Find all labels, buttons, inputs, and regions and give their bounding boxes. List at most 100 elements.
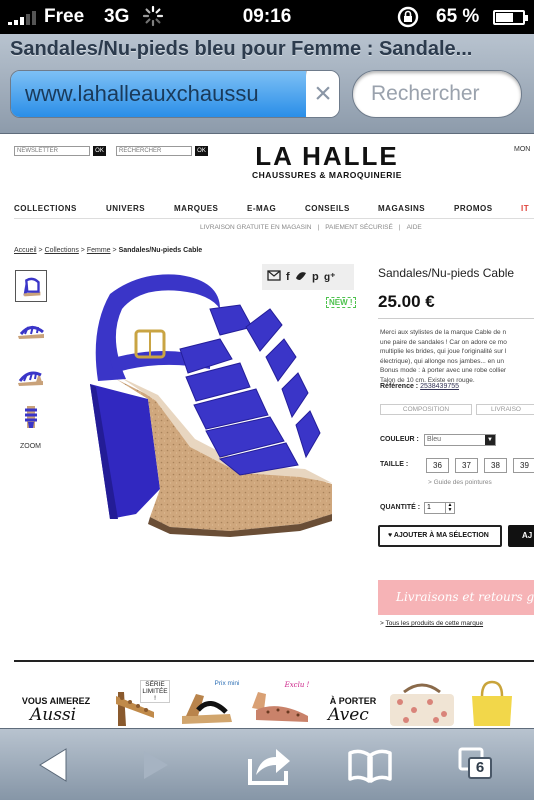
browser-toolbar-top: Sandales/Nu-pieds bleu pour Femme : Sand… <box>0 34 534 134</box>
newsletter-input[interactable]: NEWSLETTER <box>14 146 90 156</box>
forward-arrow-icon[interactable] <box>130 743 182 787</box>
site-search-ok-button[interactable]: OK <box>195 146 208 156</box>
reco-bag-2[interactable] <box>468 680 516 728</box>
product-thumbnail-1[interactable] <box>15 270 47 302</box>
web-content: NEWSLETTER OK RECHERCHER OK LA HALLE CHA… <box>0 134 534 728</box>
product-name: Sandales/Nu-pieds Cable <box>378 266 515 280</box>
twitter-icon[interactable] <box>296 272 306 280</box>
size-option[interactable]: 36 <box>426 458 449 473</box>
screen: Free 3G 09:16 65 % Sandales/Nu-pieds ble… <box>0 0 534 800</box>
description-line: Merci aux stylistes de la marque Cable d… <box>380 329 507 336</box>
share-action-icon[interactable] <box>244 743 296 787</box>
stepper-arrows-icon[interactable]: ▲ ▼ <box>445 503 454 513</box>
product-thumbnail-2[interactable] <box>15 314 47 346</box>
all-brand-link[interactable]: > Tous les produits de cette marque <box>380 620 483 627</box>
product-thumbnail-4[interactable] <box>15 400 47 432</box>
facebook-icon[interactable]: f <box>286 271 290 283</box>
back-arrow-icon[interactable] <box>28 743 80 787</box>
share-bar: f p g⁺ <box>262 264 354 290</box>
svg-text:g⁺: g⁺ <box>324 272 335 283</box>
product-description: Merci aux stylistes de la marque Cable d… <box>380 328 534 385</box>
quantity-value: 1 <box>427 504 431 511</box>
product-image[interactable] <box>70 269 355 559</box>
nav-it[interactable]: IT <box>521 204 529 213</box>
heart-icon: ♥ <box>388 532 393 539</box>
size-option[interactable]: 38 <box>484 458 507 473</box>
reco-bag-1[interactable] <box>384 682 460 728</box>
nav-emag[interactable]: E-MAG <box>247 204 276 213</box>
nav-magasins[interactable]: MAGASINS <box>378 204 425 213</box>
main-nav: COLLECTIONS UNIVERS MARQUES E-MAG CONSEI… <box>14 204 534 216</box>
nav-conseils[interactable]: CONSEILS <box>305 204 350 213</box>
reco-product-3[interactable] <box>248 688 312 728</box>
help-link[interactable]: AIDE <box>407 224 422 231</box>
product-price: 25.00 € <box>378 292 435 311</box>
reco-product-2[interactable] <box>176 686 236 728</box>
promo-banner[interactable]: Livraisons et retours grat <box>378 580 534 615</box>
breadcrumb-current: Sandales/Nu-pieds Cable <box>118 247 203 254</box>
reference-label: Référence : <box>380 383 419 390</box>
breadcrumb-femme[interactable]: Femme <box>87 247 111 254</box>
status-bar: Free 3G 09:16 65 % <box>0 0 534 34</box>
secure-payment-link[interactable]: PAIEMENT SÉCURISÉ <box>325 224 393 231</box>
description-line: électrique), qui allonge nos jambes... e… <box>380 357 504 365</box>
reco-product-1[interactable] <box>110 682 160 728</box>
breadcrumb-sep: > <box>80 247 85 254</box>
size-option[interactable]: 39 <box>513 458 534 473</box>
rotation-lock-icon <box>397 6 419 28</box>
description-line: Bonus mode : à porter avec une robe coll… <box>380 367 507 374</box>
tab-count[interactable]: 6 <box>468 757 492 779</box>
section-divider <box>14 660 534 662</box>
reco-subtitle: Aussi <box>30 705 77 725</box>
nav-univers[interactable]: UNIVERS <box>106 204 145 213</box>
nav-collections[interactable]: COLLECTIONS <box>14 204 77 213</box>
reco-pair-subtitle: Avec <box>328 705 369 725</box>
clear-url-icon[interactable]: × <box>307 71 339 117</box>
url-text: www.lahalleauxchaussu <box>25 81 259 106</box>
google-plus-icon[interactable]: g⁺ <box>324 272 335 283</box>
add-to-selection-button[interactable]: ♥ AJOUTER À MA SÉLECTION <box>378 525 502 547</box>
product-reference: Référence : 2538439755 <box>380 383 459 390</box>
url-field[interactable]: www.lahalleauxchaussu × <box>10 70 340 118</box>
svg-text:p: p <box>312 271 319 283</box>
tab-livraison[interactable]: LIVRAISO <box>476 404 534 415</box>
search-input[interactable]: Rechercher <box>352 70 522 118</box>
battery-percent: 65 % <box>436 6 480 27</box>
site-search-input[interactable]: RECHERCHER <box>116 146 192 156</box>
search-placeholder: Rechercher <box>371 82 480 105</box>
breadcrumb: Accueil > Collections > Femme > Sandales… <box>14 247 202 254</box>
newsletter-ok-button[interactable]: OK <box>93 146 106 156</box>
add-to-cart-button[interactable]: AJ <box>508 525 534 547</box>
price-divider <box>378 318 534 319</box>
tab-composition[interactable]: COMPOSITION <box>380 404 472 415</box>
logo-main: LA HALLE <box>255 141 399 171</box>
size-guide-link[interactable]: > Guide des pointures <box>428 479 492 486</box>
breadcrumb-collections[interactable]: Collections <box>45 247 79 254</box>
pinterest-icon[interactable]: p <box>312 271 319 283</box>
page-title: Sandales/Nu-pieds bleu pour Femme : Sand… <box>10 38 473 60</box>
breadcrumb-home[interactable]: Accueil <box>14 247 37 254</box>
nav-promos[interactable]: PROMOS <box>454 204 493 213</box>
description-line: multiplie les brides, qui joue l'origina… <box>380 348 507 355</box>
nav-divider <box>14 218 534 219</box>
account-link[interactable]: MON <box>514 146 530 153</box>
size-label: TAILLE : <box>380 461 409 468</box>
description-line: une paire de sandales ! Car on adore ce … <box>380 338 507 346</box>
nav-marques[interactable]: MARQUES <box>174 204 218 213</box>
envelope-icon[interactable] <box>267 270 281 281</box>
product-thumbnail-3[interactable] <box>15 359 47 391</box>
chevron-right-icon: > <box>380 620 384 627</box>
quantity-stepper[interactable]: 1 ▲ ▼ <box>424 502 455 514</box>
add-to-selection-label: AJOUTER À MA SÉLECTION <box>393 532 489 539</box>
logo-sub: CHAUSSURES & MAROQUINERIE <box>252 170 402 180</box>
free-delivery-link[interactable]: LIVRAISON GRATUITE EN MAGASIN <box>200 224 311 231</box>
color-label: COULEUR : <box>380 436 419 443</box>
svg-text:f: f <box>286 271 290 283</box>
bookmarks-book-icon[interactable] <box>344 743 396 787</box>
size-option[interactable]: 37 <box>455 458 478 473</box>
zoom-link[interactable]: ZOOM <box>20 443 41 450</box>
service-bar: LIVRAISON GRATUITE EN MAGASIN | PAIEMENT S… <box>200 224 428 231</box>
site-logo[interactable]: LA HALLE CHAUSSURES & MAROQUINERIE <box>242 142 412 180</box>
reference-value: 2538439755 <box>420 383 460 390</box>
color-select[interactable]: Bleu ▼ <box>424 434 496 446</box>
